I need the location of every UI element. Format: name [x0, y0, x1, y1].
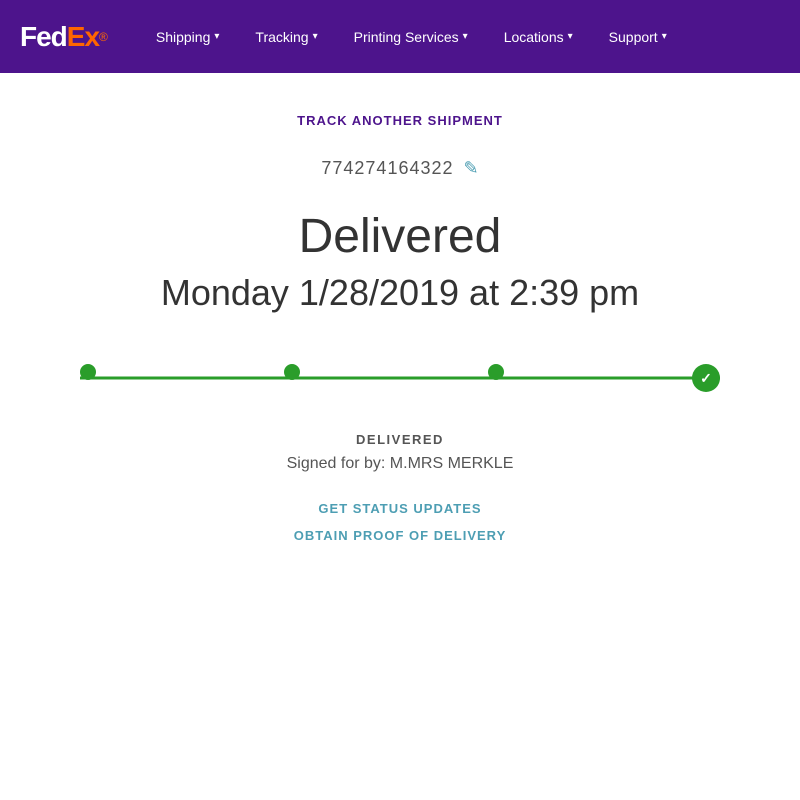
nav-item-printing-services[interactable]: Printing Services ▾	[336, 0, 486, 73]
delivery-date: Monday 1/28/2019 at 2:39 pm	[161, 272, 639, 314]
progress-bar: ✓	[80, 364, 720, 392]
logo-ex-text: Ex	[67, 21, 99, 53]
tracking-number-row: 774274164322 ✎	[321, 158, 478, 179]
progress-dot-3	[488, 364, 504, 380]
chevron-down-icon: ▾	[568, 31, 573, 42]
progress-dot-1	[80, 364, 96, 380]
logo-dot: ®	[99, 30, 108, 44]
printing-services-label: Printing Services	[354, 29, 459, 45]
delivery-info: DELIVERED Signed for by: M.MRS MERKLE GE…	[287, 432, 514, 547]
get-status-updates-link[interactable]: GET STATUS UPDATES	[318, 501, 481, 516]
progress-dots: ✓	[80, 364, 720, 392]
chevron-down-icon: ▾	[214, 31, 219, 42]
delivered-label: DELIVERED	[356, 432, 444, 447]
nav-item-locations[interactable]: Locations ▾	[486, 0, 591, 73]
nav-item-shipping[interactable]: Shipping ▾	[138, 0, 238, 73]
delivery-status: Delivered	[299, 209, 502, 264]
edit-icon[interactable]: ✎	[464, 158, 479, 179]
chevron-down-icon: ▾	[662, 31, 667, 42]
signed-by: Signed for by: M.MRS MERKLE	[287, 455, 514, 473]
track-another-link[interactable]: TRACK ANOTHER SHIPMENT	[297, 113, 503, 128]
main-content: TRACK ANOTHER SHIPMENT 774274164322 ✎ De…	[0, 73, 800, 587]
navbar: FedEx® Shipping ▾ Tracking ▾ Printing Se…	[0, 0, 800, 73]
nav-menu: Shipping ▾ Tracking ▾ Printing Services …	[138, 0, 780, 73]
locations-label: Locations	[504, 29, 564, 45]
tracking-number: 774274164322	[321, 158, 453, 179]
tracking-label: Tracking	[255, 29, 308, 45]
obtain-proof-link[interactable]: OBTAIN PROOF OF DELIVERY	[294, 528, 507, 543]
chevron-down-icon: ▾	[463, 31, 468, 42]
logo-fed-text: Fed	[20, 21, 67, 53]
fedex-logo[interactable]: FedEx®	[20, 21, 108, 53]
nav-item-support[interactable]: Support ▾	[591, 0, 685, 73]
shipping-label: Shipping	[156, 29, 211, 45]
chevron-down-icon: ▾	[313, 31, 318, 42]
support-label: Support	[609, 29, 658, 45]
nav-item-tracking[interactable]: Tracking ▾	[237, 0, 335, 73]
progress-dot-2	[284, 364, 300, 380]
progress-dot-check: ✓	[692, 364, 720, 392]
